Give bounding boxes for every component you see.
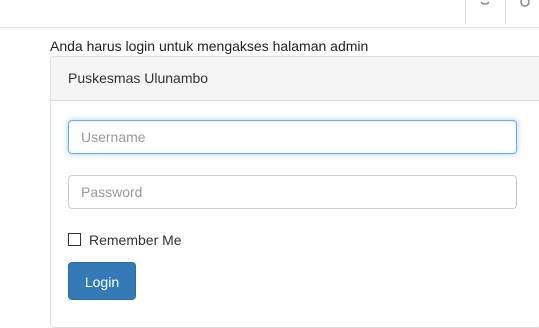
toolbar-divider (465, 0, 466, 24)
reload-icon[interactable] (474, 0, 496, 22)
search-icon-graphic (520, 0, 530, 7)
toolbar-divider (505, 0, 506, 24)
login-button[interactable]: Login (68, 262, 136, 300)
login-required-notice: Anda harus login untuk mengakses halaman… (50, 38, 369, 54)
search-icon[interactable] (513, 0, 535, 22)
toolbar-bottom-border (0, 27, 539, 28)
reload-icon-graphic (480, 1, 490, 5)
remember-me-checkbox[interactable] (68, 233, 81, 246)
panel-title: Puskesmas Ulunambo (51, 57, 539, 101)
remember-me-label: Remember Me (89, 232, 182, 248)
login-panel: Puskesmas Ulunambo Remember Me Login (50, 56, 539, 328)
browser-toolbar (0, 0, 539, 30)
remember-me[interactable]: Remember Me (68, 231, 182, 249)
password-input[interactable] (68, 175, 517, 209)
username-input[interactable] (68, 120, 517, 154)
